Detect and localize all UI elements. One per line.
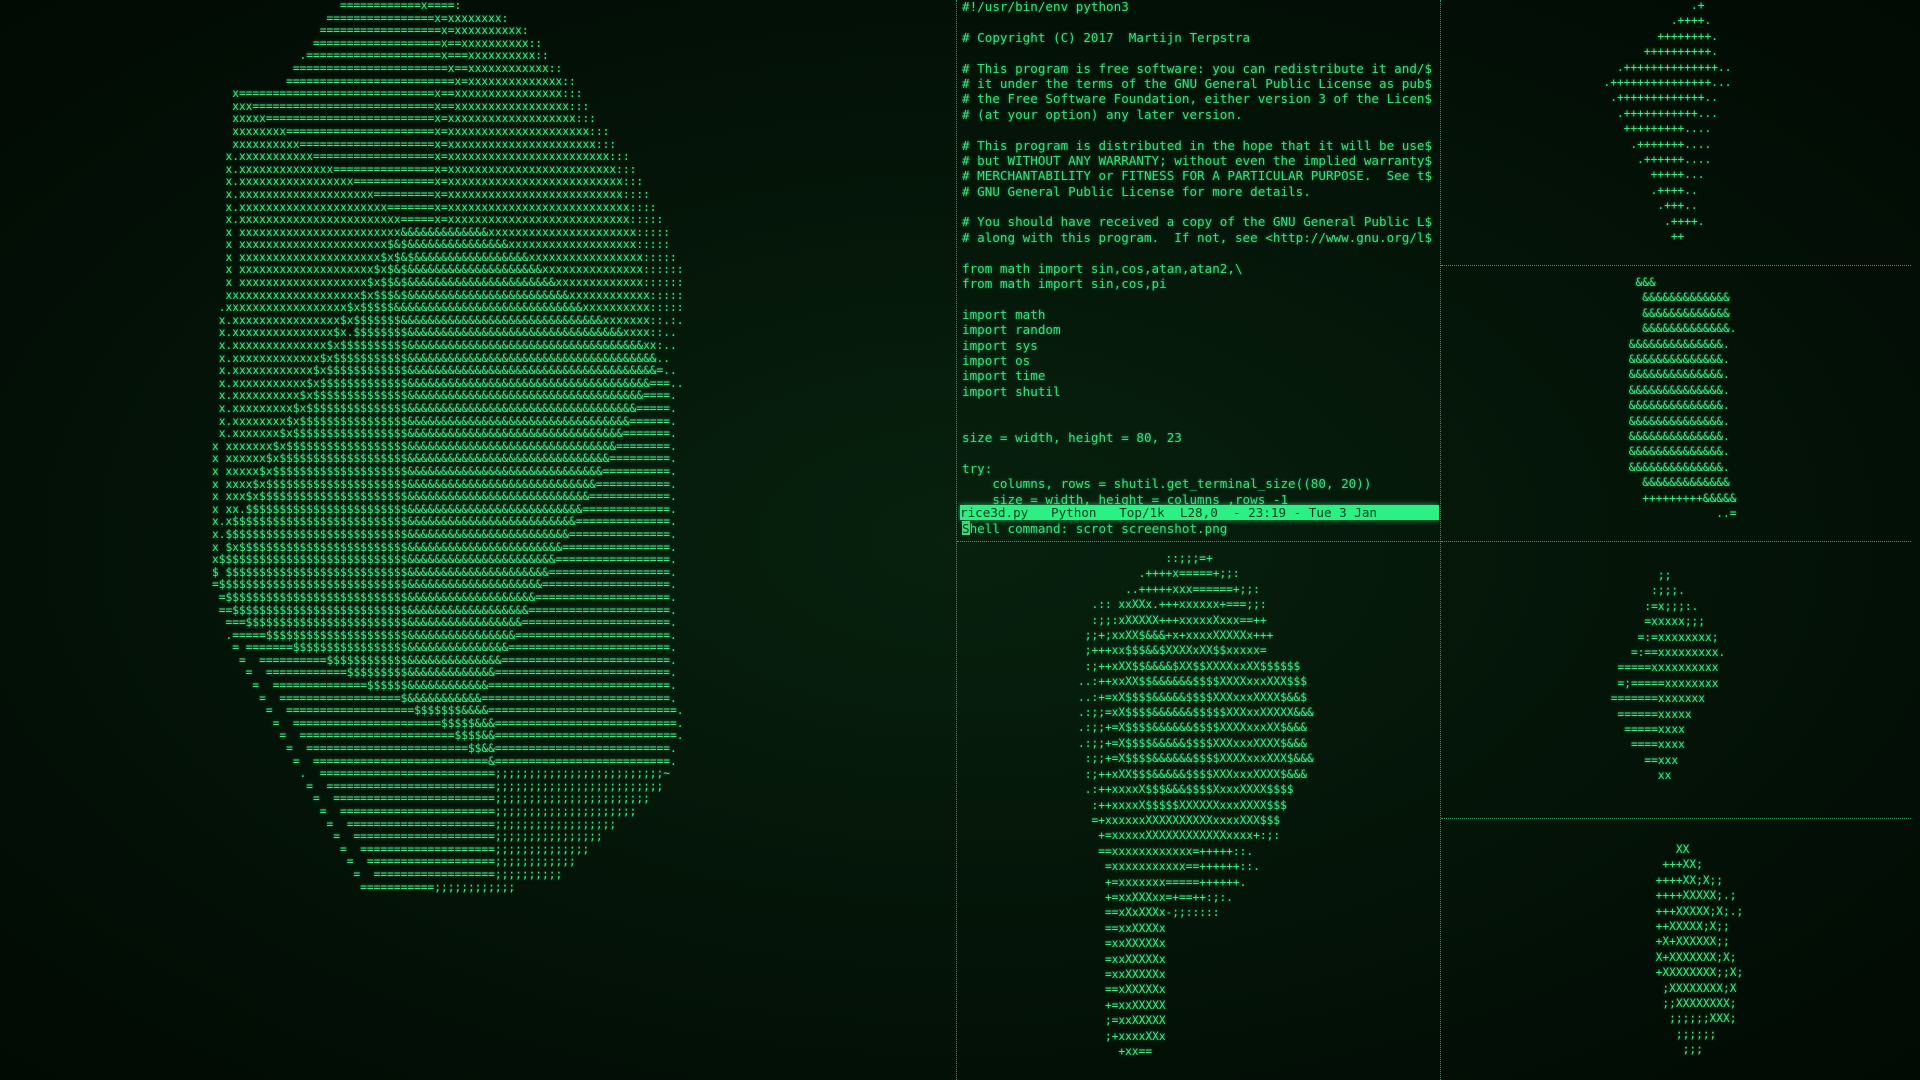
- bottom-right-render-pane: XX +++XX; ++++XX;X;; ++++XXXXX;.; +++XXX…: [1442, 820, 1920, 1080]
- code-line[interactable]: [962, 45, 1432, 60]
- code-line[interactable]: import sys: [962, 338, 1432, 353]
- pane-divider-left: [956, 0, 957, 1080]
- code-line[interactable]: # MERCHANTABILITY or FITNESS FOR A PARTI…: [962, 168, 1432, 183]
- terminal-screen: ============x====: ================x=xxx…: [0, 0, 1920, 1080]
- middle-right-render-pane: &&& &&&&&&&&&&&&& &&&&&&&&&&&&& &&&&&&&&…: [1442, 267, 1920, 540]
- code-line[interactable]: # the Free Software Foundation, either v…: [962, 91, 1432, 106]
- top-right-ascii-render: .+ .++++. ++++++++. ++++++++++. .+++++++…: [1603, 0, 1732, 244]
- code-line[interactable]: from math import sin,cos,pi: [962, 276, 1432, 291]
- lower-right-render-pane: ;; :;;;. :=x;;;:. =xxxxx;;; =:=xxxxxxxx;…: [1442, 543, 1920, 817]
- code-line[interactable]: # This program is distributed in the hop…: [962, 138, 1432, 153]
- pane-divider-right-2: [1441, 541, 1911, 542]
- code-line[interactable]: from math import sin,cos,atan,atan2,\: [962, 261, 1432, 276]
- code-line[interactable]: # GNU General Public License for more de…: [962, 184, 1432, 199]
- minibuffer-prefix: S: [962, 521, 970, 536]
- editor-status-line: rice3d.py Python Top/1k L28,0 - 23:19 - …: [960, 505, 1439, 521]
- code-line[interactable]: import math: [962, 307, 1432, 322]
- code-line[interactable]: [962, 415, 1432, 430]
- code-line[interactable]: columns, rows = shutil.get_terminal_size…: [962, 476, 1432, 491]
- code-line[interactable]: [962, 291, 1432, 306]
- code-line[interactable]: # You should have received a copy of the…: [962, 214, 1432, 229]
- code-line[interactable]: # This program is free software: you can…: [962, 61, 1432, 76]
- editor-pane[interactable]: #!/usr/bin/env python3 # Copyright (C) 20…: [958, 0, 1439, 540]
- code-line[interactable]: import random: [962, 322, 1432, 337]
- pane-divider-editor-bottom: [957, 541, 1439, 542]
- lower-right-ascii-render: ;; :;;;. :=x;;;:. =xxxxx;;; =:=xxxxxxxx;…: [1610, 569, 1726, 783]
- code-line[interactable]: # along with this program. If not, see <…: [962, 230, 1432, 245]
- middle-right-ascii-render: &&& &&&&&&&&&&&&& &&&&&&&&&&&&& &&&&&&&&…: [1628, 276, 1737, 521]
- bottom-middle-render-pane: ::;;;=+ .++++x=====+;;: ..+++++xxx======…: [958, 543, 1439, 1080]
- left-render-pane: ============x====: ================x=xxx…: [0, 0, 955, 1080]
- code-line[interactable]: # it under the terms of the GNU General …: [962, 76, 1432, 91]
- code-line[interactable]: [962, 445, 1432, 460]
- code-line[interactable]: # Copyright (C) 2017 Martijn Terpstra: [962, 30, 1432, 45]
- code-line[interactable]: [962, 399, 1432, 414]
- bottom-middle-ascii-render: ::;;;=+ .++++x=====+;;: ..+++++xxx======…: [1078, 552, 1314, 1058]
- code-line[interactable]: [962, 14, 1432, 29]
- code-line[interactable]: [962, 199, 1432, 214]
- code-line[interactable]: #!/usr/bin/env python3: [962, 0, 1432, 14]
- code-line[interactable]: # (at your option) any later version.: [962, 107, 1432, 122]
- minibuffer-command: hell command: scrot screenshot.png: [969, 521, 1228, 536]
- code-buffer[interactable]: #!/usr/bin/env python3 # Copyright (C) 20…: [962, 0, 1432, 507]
- minibuffer[interactable]: Shell command: scrot screenshot.png: [962, 521, 1227, 536]
- bottom-right-ascii-render: XX +++XX; ++++XX;X;; ++++XXXXX;.; +++XXX…: [1655, 843, 1744, 1057]
- pane-divider-right-1: [1441, 265, 1911, 266]
- code-line[interactable]: import time: [962, 368, 1432, 383]
- code-line[interactable]: size = width, height = 80, 23: [962, 430, 1432, 445]
- code-line[interactable]: [962, 245, 1432, 260]
- code-line[interactable]: import os: [962, 353, 1432, 368]
- code-line[interactable]: # but WITHOUT ANY WARRANTY; without even…: [962, 153, 1432, 168]
- code-line[interactable]: import shutil: [962, 384, 1432, 399]
- pane-divider-right-3: [1441, 818, 1911, 819]
- top-right-render-pane: .+ .++++. ++++++++. ++++++++++. .+++++++…: [1442, 0, 1920, 264]
- large-ascii-render: ============x====: ================x=xxx…: [212, 0, 684, 894]
- code-line[interactable]: [962, 122, 1432, 137]
- code-line[interactable]: try:: [962, 461, 1432, 476]
- pane-divider-right: [1440, 0, 1441, 1080]
